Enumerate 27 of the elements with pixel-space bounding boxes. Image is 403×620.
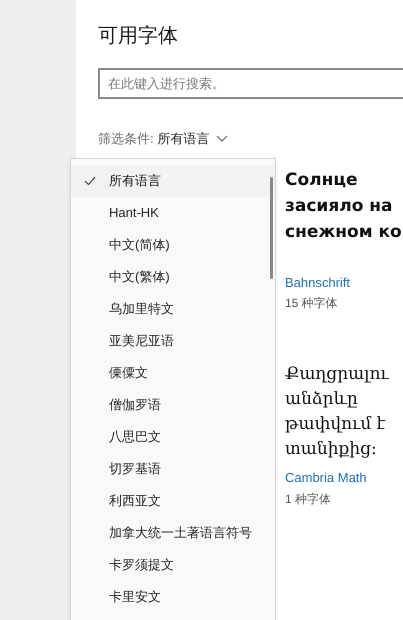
menu-item[interactable]: 傈僳文 bbox=[71, 357, 275, 389]
font-count: 15 种字体 bbox=[285, 295, 339, 312]
menu-item[interactable]: 卡里安文 bbox=[71, 581, 275, 613]
menu-item[interactable]: 加拿大统一土著语言符号 bbox=[71, 517, 275, 549]
font-sample: Солнце засияло на снежном ко bbox=[285, 168, 403, 244]
font-name-link[interactable]: Bahnschrift bbox=[285, 272, 403, 292]
menu-item[interactable]: 中文(繁体) bbox=[71, 261, 275, 293]
filter-label: 筛选条件: bbox=[98, 130, 154, 148]
font-sample: Քաղցրալու անձրևը թափվում է տանիքից: bbox=[285, 363, 390, 461]
menu-item[interactable]: 利西亚文 bbox=[71, 485, 275, 517]
scrollbar-thumb[interactable] bbox=[270, 177, 273, 279]
menu-item[interactable]: 乌加里特文 bbox=[71, 293, 275, 325]
menu-item[interactable]: 僧伽罗语 bbox=[71, 389, 275, 421]
checkmark-icon bbox=[84, 176, 96, 186]
menu-item[interactable]: 所有语言 bbox=[71, 165, 275, 197]
page-title: 可用字体 bbox=[98, 24, 179, 49]
chevron-down-icon bbox=[216, 134, 228, 143]
filter-dropdown[interactable]: 所有语言 bbox=[158, 129, 228, 148]
font-count: 1 种字体 bbox=[285, 490, 332, 508]
menu-item[interactable]: 卡罗须提文 bbox=[71, 549, 275, 581]
menu-item[interactable]: Hant-HK bbox=[71, 197, 275, 229]
menu-item[interactable]: 切罗基语 bbox=[71, 453, 275, 485]
font-name-link[interactable]: Cambria Math bbox=[285, 468, 403, 488]
menu-item[interactable]: 中文(简体) bbox=[71, 229, 275, 261]
menu-item[interactable]: 亚美尼亚语 bbox=[71, 325, 275, 357]
search-field[interactable]: 在此键入进行搜索。 bbox=[98, 68, 403, 99]
menu-item[interactable]: 八思巴文 bbox=[71, 421, 275, 453]
